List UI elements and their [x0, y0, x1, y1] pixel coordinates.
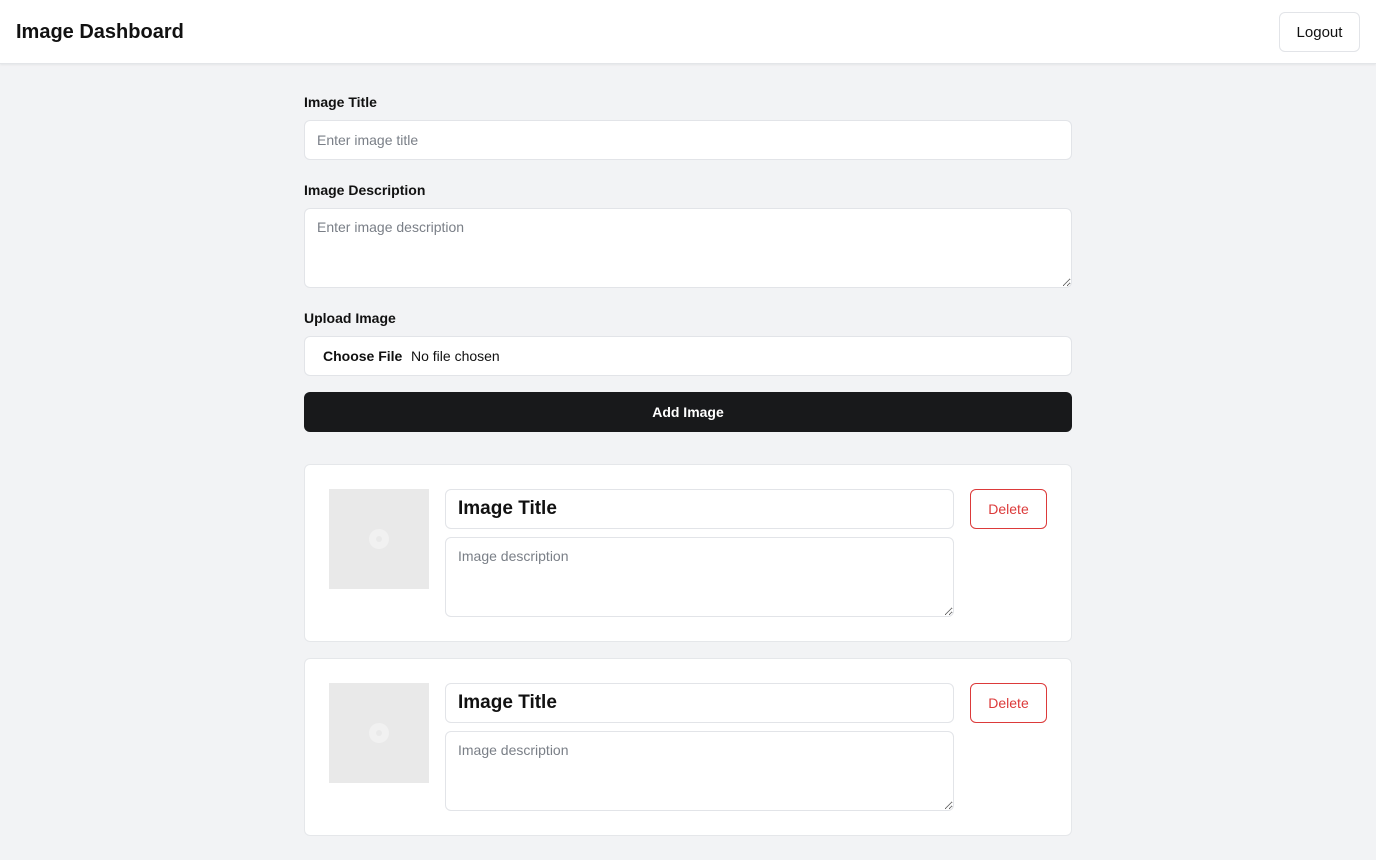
choose-file-button[interactable]: Choose File [323, 337, 402, 375]
image-title-label: Image Title [304, 94, 377, 110]
image-placeholder-icon [369, 529, 389, 549]
image-title-input[interactable] [304, 120, 1072, 160]
add-image-button[interactable]: Add Image [304, 392, 1072, 432]
delete-button[interactable]: Delete [970, 489, 1047, 529]
image-card: Delete [304, 658, 1072, 836]
file-upload-field[interactable]: Choose File No file chosen [304, 336, 1072, 376]
image-description-input[interactable] [304, 208, 1072, 288]
logout-button[interactable]: Logout [1279, 12, 1360, 52]
card-description-input[interactable] [445, 537, 954, 617]
card-title-input[interactable] [445, 683, 954, 723]
image-placeholder-icon [369, 723, 389, 743]
image-description-label: Image Description [304, 182, 426, 198]
card-description-input[interactable] [445, 731, 954, 811]
card-title-input[interactable] [445, 489, 954, 529]
file-status-text: No file chosen [411, 348, 500, 364]
delete-button[interactable]: Delete [970, 683, 1047, 723]
image-thumbnail [329, 683, 429, 783]
image-thumbnail [329, 489, 429, 589]
upload-image-label: Upload Image [304, 310, 396, 326]
app-title: Image Dashboard [16, 21, 184, 43]
top-bar: Image Dashboard Logout [0, 0, 1376, 64]
image-card: Delete [304, 464, 1072, 642]
